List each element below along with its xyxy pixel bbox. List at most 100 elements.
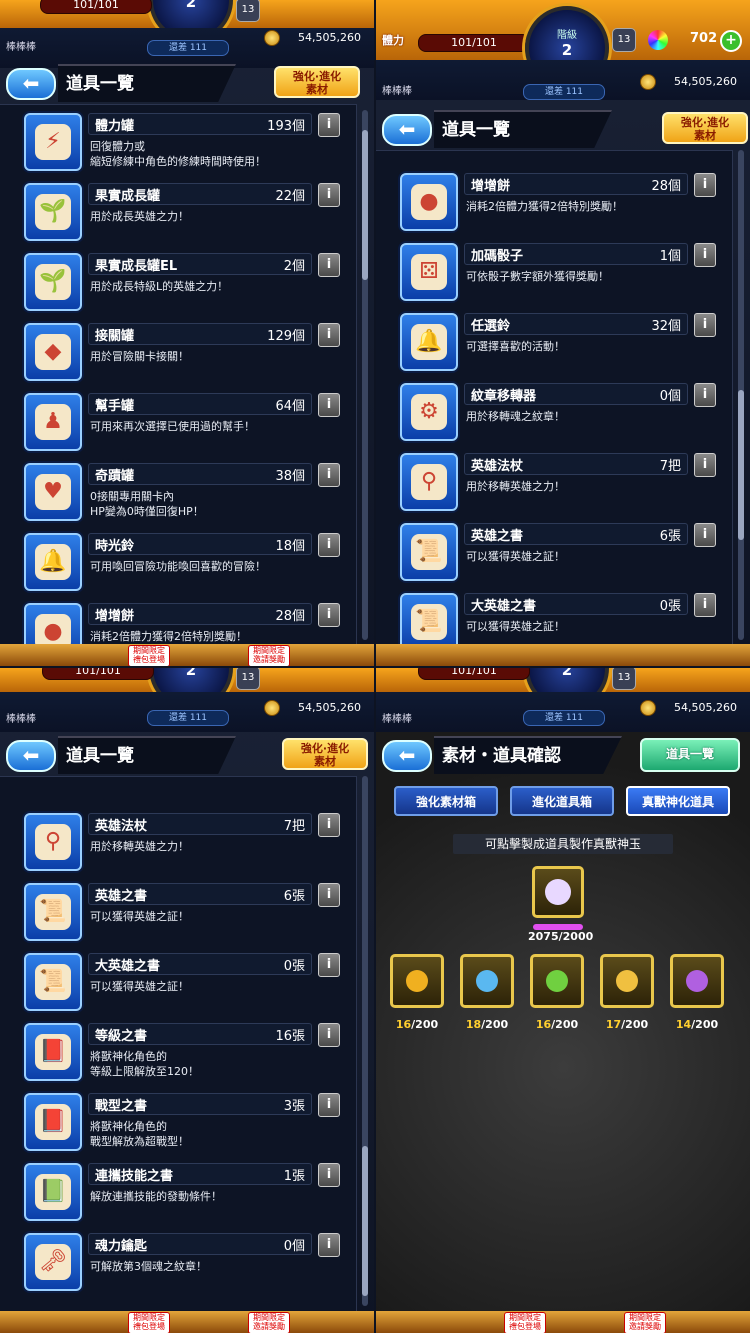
time-bell-icon[interactable]: 🔔 (24, 533, 82, 591)
limited-invite-badge[interactable]: 期間限定 邀請獎勵 (248, 645, 290, 666)
list-item[interactable]: 📜 大英雄之書 0張 i 可以獲得英雄之証！ (24, 953, 340, 1017)
scrollbar[interactable] (738, 150, 744, 640)
list-item[interactable]: 🔔 時光鈴 18個 i 可用喚回冒險功能喚回喜歡的冒險！ (24, 533, 340, 597)
info-button[interactable]: i (318, 393, 340, 417)
bonus-dice-icon[interactable]: ⚄ (400, 243, 458, 301)
stamina-can-icon[interactable]: ⚡ (24, 113, 82, 171)
soul-key-icon[interactable]: 🗝 (24, 1233, 82, 1291)
status-bar: 階級 2 101/101 13 (0, 0, 374, 42)
list-item[interactable]: 📜 英雄之書 6張 i 可以獲得英雄之証！ (400, 523, 716, 587)
list-item[interactable]: 📗 連攜技能之書 1張 i 解放連攜技能的發動條件！ (24, 1163, 340, 1227)
list-item[interactable]: 🔔 任選鈴 32個 i 可選擇喜歡的活動！ (400, 313, 716, 377)
list-item[interactable]: ⚄ 加碼骰子 1個 i 可依骰子數字額外獲得獎勵！ (400, 243, 716, 307)
info-button[interactable]: i (318, 323, 340, 347)
info-button[interactable]: i (318, 253, 340, 277)
item-count: 1張 (283, 1169, 305, 1184)
level-book-icon[interactable]: 📕 (24, 1023, 82, 1081)
miracle-can-icon[interactable]: ♥ (24, 463, 82, 521)
enhance-evolve-materials-button[interactable]: 強化·進化 素材 (274, 66, 360, 98)
info-button[interactable]: i (694, 173, 716, 197)
stamina-badge[interactable]: 13 (236, 0, 260, 22)
god-ball-icon[interactable] (530, 954, 584, 1008)
tab-enhance-materials[interactable]: 強化素材箱 (394, 786, 498, 816)
back-button[interactable]: ⬅ (6, 68, 56, 100)
info-button[interactable]: i (694, 453, 716, 477)
back-button[interactable]: ⬅ (6, 740, 56, 772)
link-skill-book-icon[interactable]: 📗 (24, 1163, 82, 1221)
stamina-badge[interactable]: 13 (612, 668, 636, 690)
info-button[interactable]: i (694, 523, 716, 547)
list-item[interactable]: ♟ 幫手罐 64個 i 可用來再次選擇已使用過的幫手！ (24, 393, 340, 457)
info-button[interactable]: i (694, 243, 716, 267)
fruit-growth-can-el-icon[interactable]: 🌱 (24, 253, 82, 311)
info-button[interactable]: i (318, 1093, 340, 1117)
info-button[interactable]: i (318, 1163, 340, 1187)
great-hero-book-icon[interactable]: 📜 (24, 953, 82, 1011)
limited-pack-badge[interactable]: 期間限定 禮包登場 (128, 645, 170, 666)
hero-book-icon[interactable]: 📜 (24, 883, 82, 941)
info-button[interactable]: i (694, 313, 716, 337)
battle-type-book-icon[interactable]: 📕 (24, 1093, 82, 1151)
enhance-evolve-materials-button[interactable]: 強化·進化 素材 (662, 112, 748, 144)
status-bar: 階級 2 101/101 13 (376, 668, 750, 710)
list-item[interactable]: ⚙ 紋章移轉器 0個 i 用於移轉魂之紋章！ (400, 383, 716, 447)
main-god-ball-icon[interactable] (532, 866, 584, 918)
god-ball-icon[interactable] (670, 954, 724, 1008)
list-item[interactable]: 📜 英雄之書 6張 i 可以獲得英雄之証！ (24, 883, 340, 947)
info-button[interactable]: i (318, 953, 340, 977)
god-ball-icon[interactable] (390, 954, 444, 1008)
hero-book-icon-glyph: 📜 (35, 894, 71, 930)
info-button[interactable]: i (318, 533, 340, 557)
choice-bell-icon[interactable]: 🔔 (400, 313, 458, 371)
great-hero-book-icon[interactable]: 📜 (400, 593, 458, 651)
item-list-button[interactable]: 道具一覽 (640, 738, 740, 772)
scrollbar[interactable] (362, 776, 368, 1306)
stamina-badge[interactable]: 13 (612, 28, 636, 52)
back-button[interactable]: ⬅ (382, 740, 432, 772)
list-item[interactable]: 🌱 果實成長罐EL 2個 i 用於成長特級L的英雄之力！ (24, 253, 340, 317)
gold-coin-icon (264, 30, 280, 46)
scrollbar[interactable] (362, 110, 368, 640)
hero-staff-icon[interactable]: ⚲ (24, 813, 82, 871)
info-button[interactable]: i (318, 813, 340, 837)
list-item[interactable]: ◆ 接關罐 129個 i 用於冒險關卡接關！ (24, 323, 340, 387)
crest-transfer-icon[interactable]: ⚙ (400, 383, 458, 441)
hero-staff-icon[interactable]: ⚲ (400, 453, 458, 511)
limited-pack-badge[interactable]: 期間限定 禮包登場 (504, 1312, 546, 1333)
limited-invite-badge[interactable]: 期間限定 邀請獎勵 (248, 1312, 290, 1333)
limited-invite-badge[interactable]: 期間限定 邀請獎勵 (624, 1312, 666, 1333)
stamina-badge[interactable]: 13 (236, 668, 260, 690)
list-item[interactable]: ⚲ 英雄法杖 7把 i 用於移轉英雄之力！ (400, 453, 716, 517)
fruit-growth-can-icon[interactable]: 🌱 (24, 183, 82, 241)
info-button[interactable]: i (694, 383, 716, 407)
level-book-icon-glyph: 📕 (35, 1034, 71, 1070)
info-button[interactable]: i (318, 113, 340, 137)
double-cookie-icon[interactable]: ● (400, 173, 458, 231)
god-ball-icon[interactable] (600, 954, 654, 1008)
limited-pack-badge[interactable]: 期間限定 禮包登場 (128, 1312, 170, 1333)
info-button[interactable]: i (318, 883, 340, 907)
tab-true-god-items[interactable]: 真獸神化道具 (626, 786, 730, 816)
hero-book-icon[interactable]: 📜 (400, 523, 458, 581)
info-button[interactable]: i (318, 183, 340, 207)
back-button[interactable]: ⬅ (382, 114, 432, 146)
helper-can-icon[interactable]: ♟ (24, 393, 82, 451)
god-ball-icon[interactable] (460, 954, 514, 1008)
info-button[interactable]: i (318, 1233, 340, 1257)
add-orb-button[interactable]: + (720, 30, 742, 52)
info-button[interactable]: i (318, 463, 340, 487)
info-button[interactable]: i (694, 593, 716, 617)
enhance-evolve-materials-button[interactable]: 強化·進化 素材 (282, 738, 368, 770)
list-item[interactable]: ● 增增餅 28個 i 消耗2倍體力獲得2倍特別獎勵！ (400, 173, 716, 237)
info-button[interactable]: i (318, 1023, 340, 1047)
list-item[interactable]: ⚲ 英雄法杖 7把 i 用於移轉英雄之力！ (24, 813, 340, 877)
continue-can-icon[interactable]: ◆ (24, 323, 82, 381)
list-item[interactable]: ⚡ 體力罐 193個 i 回復體力或 縮短修練中角色的修練時間時使用！ (24, 113, 340, 177)
tab-evolve-items[interactable]: 進化道具箱 (510, 786, 614, 816)
list-item[interactable]: 🗝 魂力鑰匙 0個 i 可解放第3個魂之紋章！ (24, 1233, 340, 1297)
list-item[interactable]: ♥ 奇蹟罐 38個 i 0接關專用關卡內 HP變為0時僅回復HP！ (24, 463, 340, 527)
list-item[interactable]: 📕 等級之書 16張 i 將獸神化角色的 等級上限解放至120！ (24, 1023, 340, 1087)
list-item[interactable]: 📕 戰型之書 3張 i 將獸神化角色的 戰型解放為超戰型！ (24, 1093, 340, 1157)
list-item[interactable]: 🌱 果實成長罐 22個 i 用於成長英雄之力！ (24, 183, 340, 247)
info-button[interactable]: i (318, 603, 340, 627)
